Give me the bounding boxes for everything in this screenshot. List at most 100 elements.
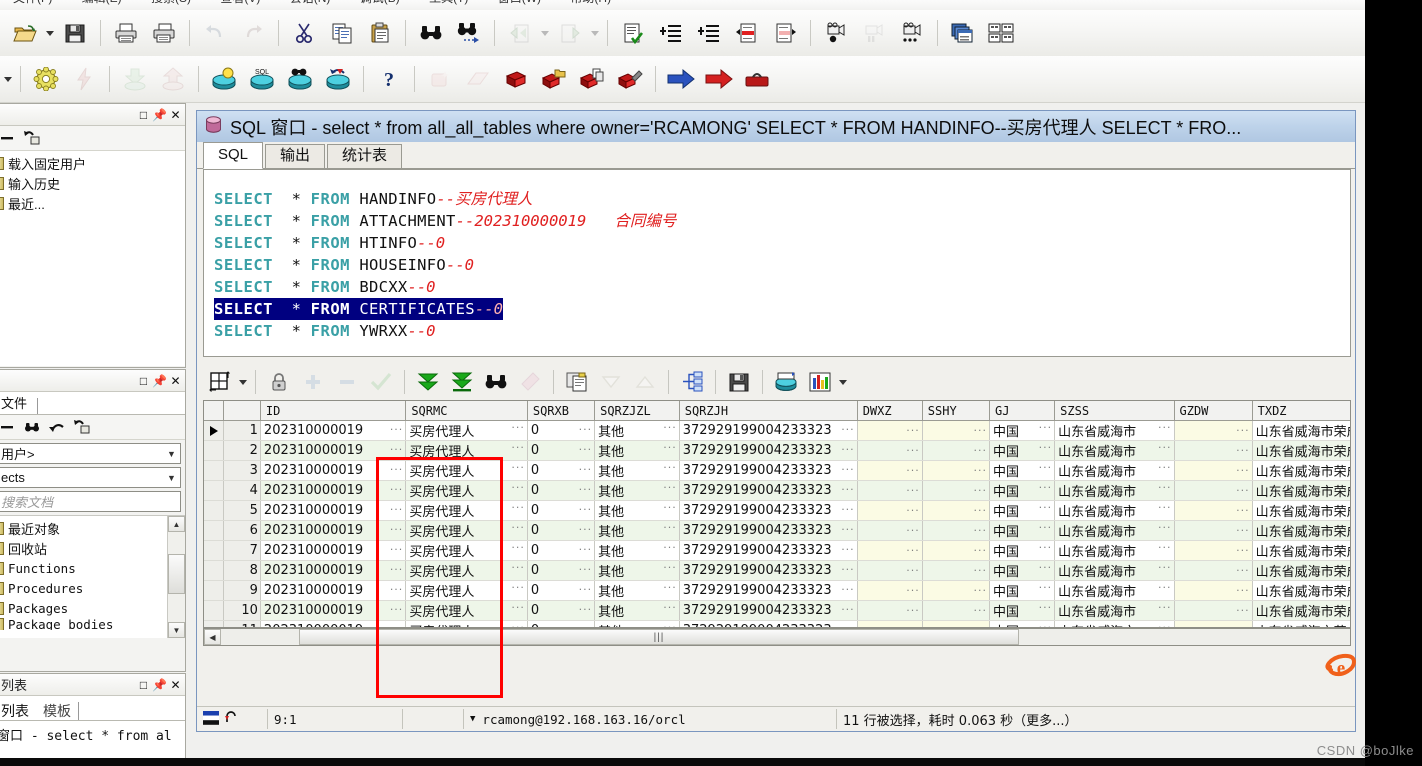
cell-sqrxb[interactable]: 0··· [527, 500, 596, 521]
cell-gj[interactable]: 中国··· [989, 600, 1056, 621]
cell-txdz[interactable]: 山东省威海市荣成市成山··· [1252, 420, 1350, 441]
close-icon[interactable]: ✕ [168, 677, 183, 692]
cell-gj[interactable]: 中国··· [989, 420, 1056, 441]
cell-gj[interactable]: 中国··· [989, 560, 1056, 581]
cell-sshy[interactable]: ··· [922, 620, 991, 627]
uncomment-icon[interactable] [769, 17, 801, 49]
row-current-marker[interactable] [204, 460, 225, 481]
tree-item[interactable]: Procedures [0, 578, 185, 598]
chevron-down-icon[interactable]: ▼ [163, 444, 180, 463]
row-current-marker[interactable] [204, 560, 225, 581]
cell-sqrmc[interactable]: 买房代理人··· [405, 540, 528, 561]
indent-icon[interactable] [655, 17, 687, 49]
menu-item-debug[interactable]: 调试(B) [347, 0, 413, 4]
cell-sqrzjzl[interactable]: 其他··· [594, 500, 680, 521]
cell-txdz[interactable]: 山东省威海市荣成市成山··· [1252, 440, 1350, 461]
header-dwxz[interactable]: DWXZ [857, 401, 923, 421]
cell-szss[interactable]: 山东省威海市··· [1054, 600, 1175, 621]
scrollbar-thumb[interactable]: ||| [299, 629, 1019, 645]
session-info-icon[interactable] [208, 63, 240, 95]
row-number[interactable]: 11 [223, 620, 261, 627]
cell-sqrxb[interactable]: 0··· [527, 580, 596, 601]
table-row[interactable]: 5 202310000019 ··· 买房代理人 ··· 0 ··· 其他 ··· 3729291… [204, 500, 1350, 521]
cell-gzdw[interactable]: ··· [1174, 560, 1253, 581]
menu-item-edit[interactable]: 编辑(E) [69, 0, 135, 4]
lock-icon[interactable] [264, 367, 294, 397]
fetch-next-icon[interactable] [413, 367, 443, 397]
menu-item-tools[interactable]: 工具(T) [416, 0, 481, 4]
internet-explorer-icon[interactable]: e [1325, 650, 1357, 680]
cell-sshy[interactable]: ··· [922, 600, 991, 621]
header-sqrxb[interactable]: SQRXB [527, 401, 596, 421]
row-number[interactable]: 6 [223, 520, 261, 541]
kill-session-icon[interactable] [322, 63, 354, 95]
cell-sqrmc[interactable]: 买房代理人··· [405, 420, 528, 441]
pin-icon[interactable]: 📌 [152, 677, 167, 692]
cell-sqrxb[interactable]: 0··· [527, 600, 596, 621]
row-number[interactable]: 3 [223, 460, 261, 481]
table-row[interactable]: 1 202310000019 ··· 买房代理人 ··· 0 ··· 其他 ··· 3729291… [204, 420, 1350, 441]
new-connection-icon[interactable] [24, 130, 40, 146]
cell-sshy[interactable]: ··· [922, 440, 991, 461]
cell-sshy[interactable]: ··· [922, 460, 991, 481]
scroll-down-icon[interactable]: ▼ [168, 622, 185, 638]
connections-list[interactable]: 载入固定用户 输入历史 最近... [0, 151, 185, 366]
row-number[interactable]: 10 [223, 600, 261, 621]
menu-item-search[interactable]: 搜索(S) [138, 0, 204, 4]
cell-sqrxb[interactable]: 0··· [527, 420, 596, 441]
cell-sshy[interactable]: ··· [922, 500, 991, 521]
editor-line[interactable]: SELECT * FROM HTINFO--0 [214, 232, 1350, 254]
cell-szss[interactable]: 山东省威海市··· [1054, 440, 1175, 461]
collapse-icon[interactable] [0, 419, 15, 435]
row-number[interactable]: 4 [223, 480, 261, 501]
table-row[interactable]: 10 202310000019 ··· 买房代理人 ··· 0 ··· 其他 ··· 372929… [204, 600, 1350, 621]
cascade-windows-icon[interactable] [947, 17, 979, 49]
header-gzdw[interactable]: GZDW [1174, 401, 1253, 421]
find-db-object-icon[interactable] [284, 63, 316, 95]
cell-txdz[interactable]: 山东省威海市荣成市成山··· [1252, 460, 1350, 481]
tree-vertical-scrollbar[interactable]: ▲ ▼ [167, 516, 185, 638]
row-current-marker[interactable] [204, 500, 225, 521]
cell-sqrmc[interactable]: 买房代理人··· [405, 460, 528, 481]
outdent-icon[interactable] [693, 17, 725, 49]
cell-sqrzjzl[interactable]: 其他··· [594, 420, 680, 441]
close-icon[interactable]: ✕ [168, 373, 183, 388]
cell-id[interactable]: 202310000019··· [260, 560, 407, 581]
cell-dwxz[interactable]: ··· [857, 500, 923, 521]
table-row[interactable]: 8 202310000019 ··· 买房代理人 ··· 0 ··· 其他 ··· 3729291… [204, 560, 1350, 581]
cell-id[interactable]: 202310000019··· [260, 600, 407, 621]
cell-sqrzjzl[interactable]: 其他··· [594, 440, 680, 461]
find-icon[interactable] [415, 17, 447, 49]
header-szss[interactable]: SZSS [1054, 401, 1175, 421]
grid-layout-caret[interactable] [237, 367, 249, 397]
row-number[interactable]: 8 [223, 560, 261, 581]
cell-sqrzjzl[interactable]: 其他··· [594, 480, 680, 501]
find-in-grid-icon[interactable] [481, 367, 511, 397]
editor-line[interactable]: SELECT * FROM HOUSEINFO--0 [214, 254, 1350, 276]
list-panel-body[interactable]: 窗口 - select * from al [0, 721, 185, 758]
find-next-icon[interactable] [453, 17, 485, 49]
cell-dwxz[interactable]: ··· [857, 420, 923, 441]
tab-output[interactable]: 输出 [265, 144, 326, 168]
tab-files[interactable]: 文件 [0, 394, 37, 414]
cell-dwxz[interactable]: ··· [857, 480, 923, 501]
cell-dwxz[interactable]: ··· [857, 620, 923, 627]
new-dropdown-caret[interactable] [2, 64, 14, 94]
cell-sshy[interactable]: ··· [922, 560, 991, 581]
connection-info[interactable]: ▼ rcamong@192.168.163.16/orcl [464, 709, 837, 729]
cell-sqrxb[interactable]: 0··· [527, 480, 596, 501]
cell-sshy[interactable]: ··· [922, 540, 991, 561]
cell-sqrzjzl[interactable]: 其他··· [594, 620, 680, 627]
cell-sqrmc[interactable]: 买房代理人··· [405, 620, 528, 627]
cell-gzdw[interactable]: ··· [1174, 420, 1253, 441]
help-icon[interactable]: ? [373, 63, 405, 95]
tab-statistics[interactable]: 统计表 [327, 144, 403, 168]
cell-gj[interactable]: 中国··· [989, 620, 1056, 627]
menu-item-view[interactable]: 查看(V) [207, 0, 273, 4]
paste-icon[interactable] [364, 17, 396, 49]
cell-gzdw[interactable]: ··· [1174, 480, 1253, 501]
cell-sqrmc[interactable]: 买房代理人··· [405, 560, 528, 581]
cell-gj[interactable]: 中国··· [989, 580, 1056, 601]
result-grid[interactable]: ID SQRMC SQRXB SQRZJZL SQRZJH DWXZ SSHY … [203, 400, 1351, 628]
new-icon[interactable] [74, 419, 90, 435]
